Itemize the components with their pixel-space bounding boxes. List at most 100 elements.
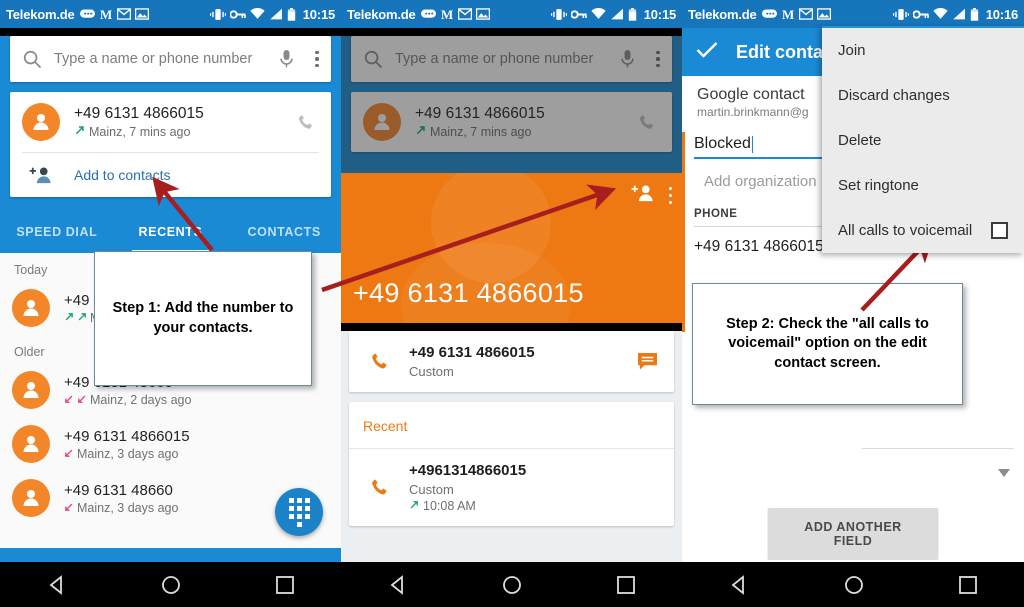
gmail-icon [457, 8, 472, 20]
overflow-menu-icon[interactable] [644, 50, 672, 68]
chevron-down-icon[interactable] [998, 464, 1010, 482]
android-navigation-bar [0, 562, 1024, 607]
vibrate-icon [550, 8, 567, 21]
sms-icon [420, 8, 436, 20]
callout-step2: Step 2: Check the "all calls to voicemai… [692, 283, 963, 405]
dialpad-fab[interactable] [275, 488, 323, 536]
primary-phone-number: +49 6131 4866015 [409, 344, 535, 361]
app-m-icon: M [781, 7, 795, 22]
suggestion-subtitle-wrap: Mainz, 7 mins ago [74, 125, 293, 139]
add-person-icon[interactable] [631, 183, 655, 208]
voicemail-checkbox[interactable] [991, 222, 1008, 239]
kebab-menu-icon[interactable] [668, 186, 672, 205]
outgoing-call-arrow-icon [409, 499, 419, 513]
menu-item-delete[interactable]: Delete [822, 118, 1024, 163]
add-person-icon [22, 165, 60, 185]
avatar [12, 479, 50, 517]
primary-phone-row[interactable]: +49 6131 4866015 Custom [349, 331, 674, 392]
call-log-subtitle-wrap: Mainz, 3 days ago [64, 501, 178, 515]
menu-item-join[interactable]: Join [822, 26, 1024, 73]
call-log-subtitle: Mainz, 3 days ago [77, 500, 179, 515]
recents-icon[interactable] [616, 575, 635, 594]
menu-item-set-ringtone[interactable]: Set ringtone [822, 163, 1024, 208]
check-icon[interactable] [696, 41, 718, 64]
call-icon[interactable] [634, 113, 660, 132]
recents-icon[interactable] [958, 575, 977, 594]
callout-step1-text: Step 1: Add the number to your contacts. [112, 299, 294, 336]
menu-item-set-ringtone-label: Set ringtone [838, 177, 919, 194]
search-icon [10, 50, 54, 69]
call-log-number: +49 6131 4866015 [64, 427, 190, 445]
call-icon[interactable] [293, 113, 319, 132]
svg-text:M: M [782, 7, 794, 21]
search-bar-panel1[interactable]: Type a name or phone number [10, 36, 331, 82]
avatar [12, 289, 50, 327]
nav-segment-panel3 [682, 562, 1024, 607]
search-bar-panel2[interactable]: Type a name or phone number [351, 36, 672, 82]
overflow-menu-popup: Join Discard changes Delete Set ringtone… [822, 26, 1024, 253]
primary-phone-card[interactable]: +49 6131 4866015 Custom [349, 331, 674, 392]
secondary-field-rule [862, 448, 1014, 449]
vpn-key-icon [912, 9, 929, 20]
recent-call-row[interactable]: +4961314866015 Custom 10:08 AM [349, 449, 674, 526]
svg-text:M: M [100, 7, 112, 21]
text-caret [751, 135, 754, 153]
message-icon[interactable] [634, 352, 660, 371]
nav-segment-panel2 [341, 562, 682, 607]
panel-contact-detail: Telekom.de M 10:15 Type a name or phone … [341, 0, 682, 607]
suggestion-row[interactable]: +49 6131 4866015 Mainz, 7 mins ago [10, 92, 331, 152]
contact-hero-header: +49 6131 4866015 [341, 173, 682, 323]
status-bar-panel1: Telekom.de M 10:15 [0, 0, 341, 28]
call-log-text: +49 6131 4866015 Mainz, 3 days ago [64, 428, 190, 461]
overflow-menu-icon[interactable] [303, 50, 331, 68]
back-icon[interactable] [729, 574, 749, 595]
suggestion-card-panel2: +49 6131 4866015 Mainz, 7 mins ago [351, 92, 672, 152]
tab-contacts-label: CONTACTS [247, 225, 321, 239]
recent-call-time-wrap: 10:08 AM [409, 499, 660, 513]
suggestion-subtitle-wrap: Mainz, 7 mins ago [415, 125, 634, 139]
add-to-contacts-row[interactable]: Add to contacts [10, 153, 331, 197]
menu-item-discard-changes[interactable]: Discard changes [822, 73, 1024, 118]
back-icon[interactable] [388, 574, 408, 595]
menu-item-delete-label: Delete [838, 132, 882, 149]
back-icon[interactable] [47, 574, 67, 595]
suggestion-row[interactable]: +49 6131 4866015 Mainz, 7 mins ago [351, 92, 672, 152]
home-icon[interactable] [161, 575, 181, 595]
hero-phone-number: +49 6131 4866015 [353, 278, 584, 308]
app-m-icon: M [99, 7, 113, 22]
call-log-subtitle: Mainz, 2 days ago [90, 392, 192, 407]
tab-speed-dial[interactable]: SPEED DIAL [0, 211, 114, 253]
microphone-icon[interactable] [610, 49, 644, 69]
call-log-subtitle-wrap: Mainz, 2 days ago [64, 393, 191, 407]
recents-icon[interactable] [275, 575, 294, 594]
suggestion-card: +49 6131 4866015 Mainz, 7 mins ago Add t… [10, 92, 331, 197]
tab-recents[interactable]: RECENTS [114, 211, 228, 253]
outgoing-call-arrow-icon [64, 311, 74, 325]
suggestion-text: +49 6131 4866015 Mainz, 7 mins ago [74, 105, 293, 139]
carrier-label: Telekom.de [6, 6, 75, 22]
clock-panel2: 10:15 [643, 6, 676, 22]
menu-item-all-calls-to-voicemail[interactable]: All calls to voicemail [822, 208, 1024, 253]
signal-icon [610, 8, 624, 20]
signal-icon [952, 8, 966, 20]
name-field-value: Blocked [694, 135, 751, 152]
app-m-icon: M [440, 7, 454, 22]
menu-item-join-label: Join [838, 42, 866, 59]
battery-icon [287, 7, 296, 21]
recent-call-type: Custom [409, 482, 454, 497]
outgoing-call-arrow-icon [77, 311, 87, 325]
carrier-label: Telekom.de [347, 6, 416, 22]
incoming-call-arrow-icon [64, 447, 74, 461]
add-another-field-button[interactable]: ADD ANOTHER FIELD [767, 508, 939, 560]
vibrate-icon [209, 8, 226, 21]
tab-contacts[interactable]: CONTACTS [227, 211, 341, 253]
home-icon[interactable] [844, 575, 864, 595]
call-log-row[interactable]: +49 6131 4866015 Mainz, 3 days ago [0, 417, 341, 471]
microphone-icon[interactable] [269, 49, 303, 69]
clock-panel3: 10:16 [985, 6, 1018, 22]
avatar [12, 371, 50, 409]
recent-call-time: 10:08 AM [423, 499, 476, 513]
tab-bar: SPEED DIAL RECENTS CONTACTS [0, 211, 341, 253]
recent-section-header: Recent [363, 418, 408, 434]
home-icon[interactable] [502, 575, 522, 595]
